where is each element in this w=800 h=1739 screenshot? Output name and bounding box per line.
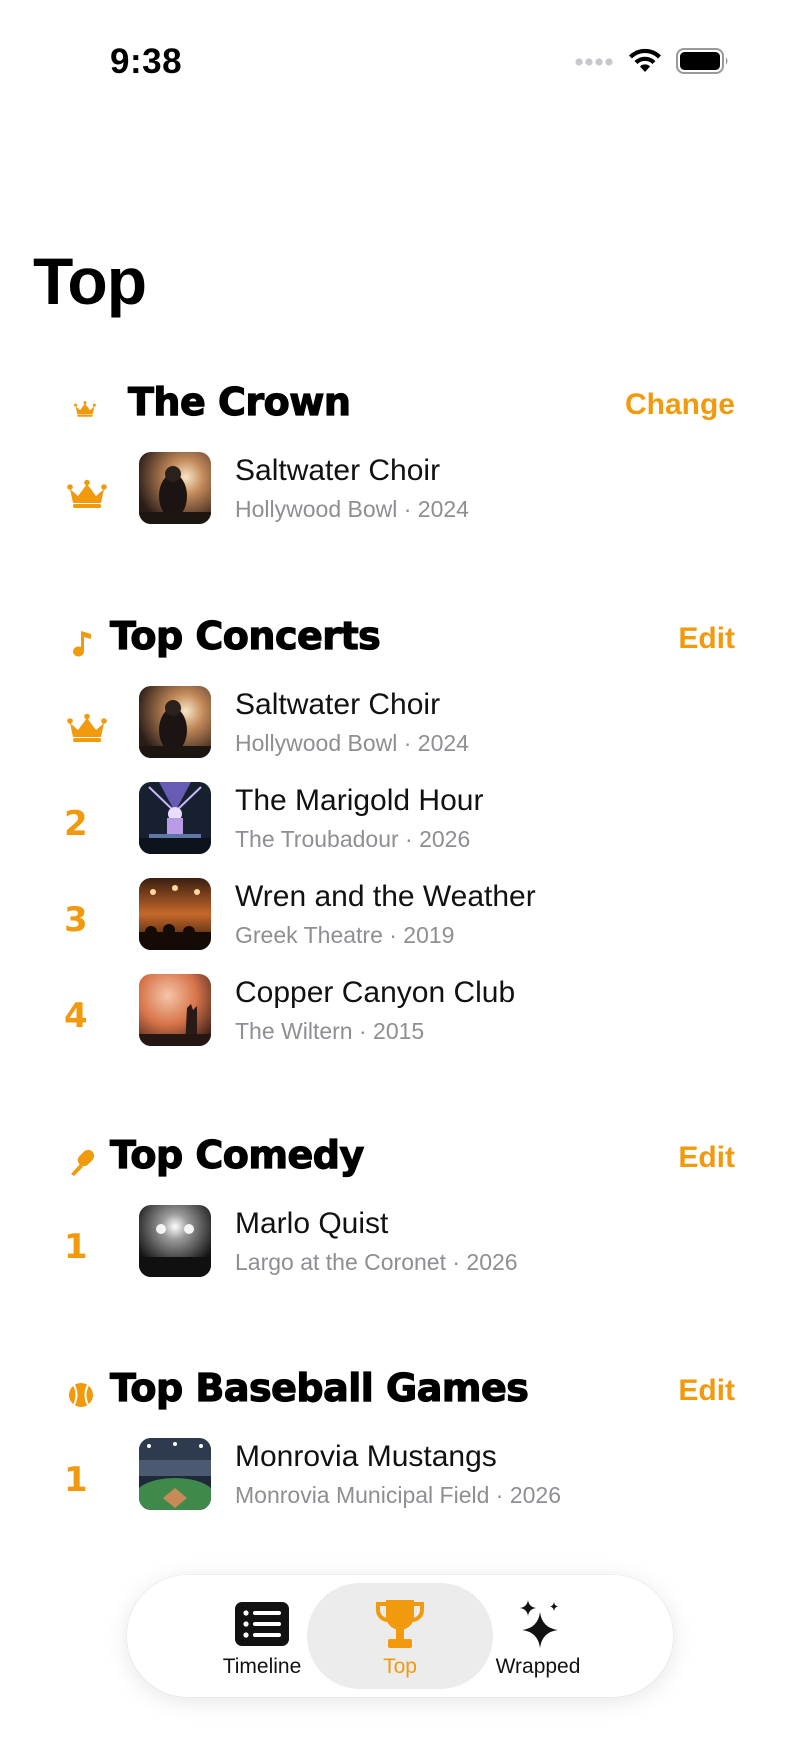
item-title: Saltwater Choir <box>235 688 441 721</box>
concert-thumbnail <box>139 878 211 950</box>
section-header: The Crown Change <box>0 379 800 440</box>
list-item[interactable]: Saltwater Choir Hollywood Bowl · 2024 <box>0 686 800 782</box>
concert-thumbnail <box>139 782 211 854</box>
list-item[interactable]: 3 Wren and the Weather Greek Theatre · 2… <box>0 878 800 974</box>
crown-icon <box>66 394 96 424</box>
edit-button[interactable]: Edit <box>678 622 735 656</box>
microphone-icon <box>66 1147 96 1177</box>
item-title: Marlo Quist <box>235 1207 389 1240</box>
comedy-thumbnail <box>139 1205 211 1277</box>
edit-button[interactable]: Edit <box>678 1141 735 1175</box>
item-title: Saltwater Choir <box>235 454 441 487</box>
list-item[interactable]: 1 Marlo Quist Largo at the Coronet · 202… <box>0 1205 800 1301</box>
section-header: Top Baseball Games Edit <box>0 1365 800 1426</box>
item-title: Wren and the Weather <box>235 880 536 913</box>
cellular-signal-icon <box>574 55 614 73</box>
concert-thumbnail <box>139 452 211 524</box>
section-title: Top Baseball Games <box>109 1365 529 1410</box>
item-subtitle: Greek Theatre · 2019 <box>235 922 455 948</box>
section-title: The Crown <box>127 379 351 424</box>
list-item[interactable]: 2 The Marigold Hour The Troubadour · 202… <box>0 782 800 878</box>
rank-number: 2 <box>64 804 88 844</box>
section-top-comedy: Top Comedy Edit 1 Marlo Quist Largo at t… <box>0 1132 800 1301</box>
tab-wrapped[interactable]: Wrapped <box>445 1583 631 1689</box>
concert-thumbnail <box>139 686 211 758</box>
item-title: Copper Canyon Club <box>235 976 516 1009</box>
list-icon <box>235 1599 289 1649</box>
tab-bar: Timeline Top Wrapped <box>127 1575 673 1697</box>
crown-icon <box>65 470 109 518</box>
rank-number: 4 <box>64 996 88 1036</box>
item-subtitle: Hollywood Bowl · 2024 <box>235 496 469 522</box>
tab-label: Wrapped <box>495 1655 581 1678</box>
baseball-thumbnail <box>139 1438 211 1510</box>
page-title: Top <box>33 244 147 318</box>
status-time: 9:38 <box>110 42 183 81</box>
tab-label: Top <box>383 1655 417 1678</box>
list-item[interactable]: 4 Copper Canyon Club The Wiltern · 2015 <box>0 974 800 1070</box>
status-bar: 9:38 <box>0 0 800 130</box>
concert-thumbnail <box>139 974 211 1046</box>
item-title: Monrovia Mustangs <box>235 1440 497 1473</box>
section-title: Top Concerts <box>109 613 381 658</box>
list-item[interactable]: Saltwater Choir Hollywood Bowl · 2024 <box>0 452 800 548</box>
trophy-icon <box>376 1599 424 1649</box>
sparkles-icon <box>514 1599 562 1649</box>
section-header: Top Concerts Edit <box>0 613 800 674</box>
rank-number: 1 <box>64 1460 88 1500</box>
list-item[interactable]: 1 Monrovia Mustangs Monrovia Municipal F… <box>0 1438 800 1534</box>
rank-number: 3 <box>64 900 88 940</box>
item-subtitle: Monrovia Municipal Field · 2026 <box>235 1482 561 1508</box>
status-icons <box>574 48 730 79</box>
baseball-icon <box>66 1380 96 1410</box>
section-top-concerts: Top Concerts Edit Saltwater Choir Hollyw… <box>0 613 800 1070</box>
item-subtitle: Largo at the Coronet · 2026 <box>235 1249 518 1275</box>
section-header: Top Comedy Edit <box>0 1132 800 1193</box>
item-subtitle: Hollywood Bowl · 2024 <box>235 730 469 756</box>
section-title: Top Comedy <box>109 1132 364 1177</box>
crown-icon <box>65 704 109 752</box>
section-top-baseball: Top Baseball Games Edit 1 Monrovia Musta… <box>0 1365 800 1534</box>
music-note-icon <box>66 628 96 658</box>
tab-label: Timeline <box>222 1655 302 1678</box>
battery-icon <box>676 48 730 79</box>
edit-button[interactable]: Edit <box>678 1374 735 1408</box>
item-subtitle: The Troubadour · 2026 <box>235 826 471 852</box>
item-title: The Marigold Hour <box>235 784 484 817</box>
item-subtitle: The Wiltern · 2015 <box>235 1018 425 1044</box>
change-button[interactable]: Change <box>625 388 735 422</box>
rank-number: 1 <box>64 1227 88 1267</box>
section-crown: The Crown Change Saltwater Choir Hollywo… <box>0 379 800 548</box>
wifi-icon <box>628 48 662 79</box>
